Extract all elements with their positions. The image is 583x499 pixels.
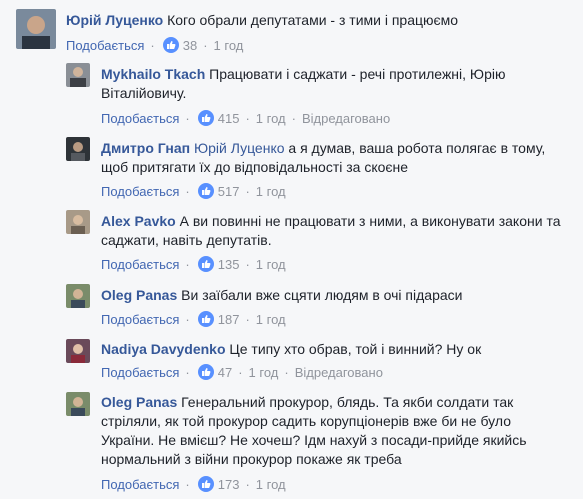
reaction-count[interactable]: 135 (218, 257, 240, 272)
comment-body: Nadiya Davydenko Це типу хто обрав, той … (101, 340, 563, 359)
reaction-count[interactable]: 47 (218, 365, 232, 380)
like-button[interactable]: Подобається (101, 184, 179, 199)
thumbs-up-icon[interactable] (197, 110, 214, 126)
comment-body: Дмитро Гнап Юрій Луценко а я думав, ваша… (101, 139, 563, 177)
reaction-count[interactable]: 187 (218, 312, 240, 327)
author-name[interactable]: Юрій Луценко (66, 12, 163, 28)
avatar[interactable] (66, 392, 90, 416)
comment-thread: Юрій Луценко Кого обрали депутатами - з … (0, 0, 583, 499)
avatar[interactable] (66, 210, 90, 234)
reaction-count[interactable]: 38 (183, 38, 197, 53)
avatar[interactable] (66, 63, 90, 87)
comment-body: Mykhailo Tkach Працювати і саджати - реч… (101, 65, 563, 103)
thumbs-up-icon[interactable] (197, 183, 214, 199)
avatar[interactable] (66, 339, 90, 363)
comment-text: Це типу хто обрав, той і винний? Ну ок (229, 341, 482, 357)
comment-body: Юрій Луценко Кого обрали депутатами - з … (66, 11, 566, 30)
thumbs-up-icon[interactable] (197, 256, 214, 272)
timestamp[interactable]: 1 год (249, 365, 279, 380)
like-button[interactable]: Подобається (101, 111, 179, 126)
timestamp[interactable]: 1 год (256, 111, 286, 126)
timestamp[interactable]: 1 год (256, 312, 286, 327)
thumbs-up-icon[interactable] (197, 311, 214, 327)
comment-body: Oleg Panas Генеральний прокурор, блядь. … (101, 393, 563, 469)
like-button[interactable]: Подобається (101, 257, 179, 272)
comment-meta: Подобається · 47 · 1 год · Відредаговано (101, 364, 383, 380)
avatar[interactable] (16, 9, 56, 49)
like-button[interactable]: Подобається (101, 477, 179, 492)
comment-text: Кого обрали депутатами - з тими і працює… (167, 12, 459, 28)
reaction-count[interactable]: 517 (218, 184, 240, 199)
author-name[interactable]: Oleg Panas (101, 394, 177, 410)
comment-meta: Подобається · 173 · 1 год (101, 476, 286, 492)
avatar[interactable] (66, 284, 90, 308)
comment-meta: Подобається · 38 · 1 год (66, 37, 244, 53)
thumbs-up-icon[interactable] (197, 476, 214, 492)
timestamp[interactable]: 1 год (214, 38, 244, 53)
comment-meta: Подобається · 187 · 1 год (101, 311, 286, 327)
reaction-count[interactable]: 415 (218, 111, 240, 126)
timestamp[interactable]: 1 год (256, 257, 286, 272)
like-button[interactable]: Подобається (101, 312, 179, 327)
comment-meta: Подобається · 517 · 1 год (101, 183, 286, 199)
like-button[interactable]: Подобається (66, 38, 144, 53)
edited-label[interactable]: Відредаговано (302, 111, 390, 126)
edited-label[interactable]: Відредаговано (295, 365, 383, 380)
avatar[interactable] (66, 137, 90, 161)
like-button[interactable]: Подобається (101, 365, 179, 380)
comment-body: Alex Pavko А ви повинні не працювати з н… (101, 212, 563, 250)
author-name[interactable]: Oleg Panas (101, 287, 177, 303)
timestamp[interactable]: 1 год (256, 184, 286, 199)
author-name[interactable]: Mykhailo Tkach (101, 66, 205, 82)
comment-body: Oleg Panas Ви заїбали вже сцяти людям в … (101, 286, 563, 305)
comment-text: Ви заїбали вже сцяти людям в очі підарас… (181, 287, 463, 303)
reaction-count[interactable]: 173 (218, 477, 240, 492)
mention-tag[interactable]: Юрій Луценко (194, 140, 285, 156)
thumbs-up-icon[interactable] (162, 37, 179, 53)
thumbs-up-icon[interactable] (197, 364, 214, 380)
comment-meta: Подобається · 415 · 1 год · Відредагован… (101, 110, 391, 126)
author-name[interactable]: Alex Pavko (101, 213, 176, 229)
author-name[interactable]: Дмитро Гнап (101, 140, 190, 156)
timestamp[interactable]: 1 год (256, 477, 286, 492)
comment-meta: Подобається · 135 · 1 год (101, 256, 286, 272)
author-name[interactable]: Nadiya Davydenko (101, 341, 226, 357)
